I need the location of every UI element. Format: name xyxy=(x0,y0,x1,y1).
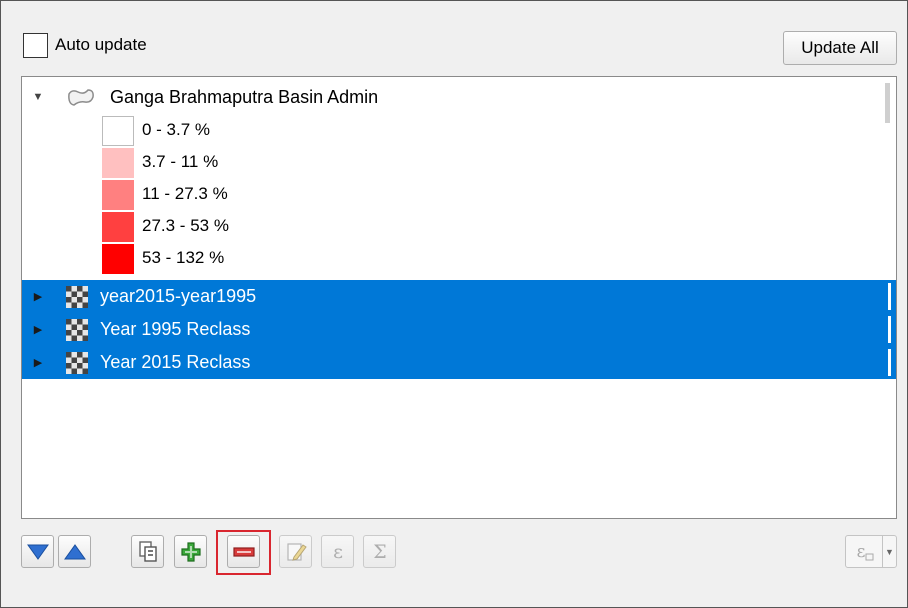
raster-layer-icon xyxy=(66,319,88,341)
legend-item: 0 - 3.7 % xyxy=(102,114,502,146)
layer-name: year2015-year1995 xyxy=(100,286,257,306)
update-all-button[interactable]: Update All xyxy=(783,31,897,65)
legend-swatch xyxy=(102,212,134,242)
polygon-layer-icon xyxy=(68,89,94,106)
svg-text:ε: ε xyxy=(857,542,866,562)
count-button[interactable]: Σ xyxy=(363,535,396,568)
copy-icon xyxy=(138,540,157,562)
legend-label: 0 - 3.7 % xyxy=(142,120,211,139)
legend-item: 27.3 - 53 % xyxy=(102,210,502,242)
layer-name: Ganga Brahmaputra Basin Admin xyxy=(110,87,379,107)
legend-swatch xyxy=(102,180,134,210)
legend-label: 3.7 - 11 % xyxy=(142,152,219,171)
raster-layer-icon xyxy=(66,286,88,308)
filter-expression-button[interactable]: ε xyxy=(845,535,883,568)
bottom-toolbar: ε Σ ε ▼ xyxy=(21,530,897,577)
layer-row-selected[interactable]: ▶ Year 2015 Reclass xyxy=(22,346,896,379)
layer-row-selected[interactable]: ▶ Year 1995 Reclass xyxy=(22,313,896,346)
plus-icon xyxy=(180,541,201,562)
sigma-icon: Σ xyxy=(373,541,386,563)
add-button[interactable] xyxy=(174,535,207,568)
panel-header: Auto update Update All xyxy=(21,29,897,69)
remove-button[interactable] xyxy=(227,535,260,568)
auto-update-label: Auto update xyxy=(55,35,147,54)
expand-arrow-icon[interactable]: ▶ xyxy=(32,290,44,303)
layers-panel: Auto update Update All ▼ Ganga Brahmaput… xyxy=(0,0,908,608)
legend-swatch xyxy=(102,244,134,274)
row-edge xyxy=(888,283,891,310)
raster-layer-icon xyxy=(66,352,88,374)
layer-name: Year 2015 Reclass xyxy=(100,352,251,372)
row-edge xyxy=(888,349,891,376)
svg-text:ε: ε xyxy=(333,541,343,563)
minus-icon xyxy=(232,546,255,557)
svg-text:Σ: Σ xyxy=(373,541,386,563)
expression-button[interactable]: ε xyxy=(321,535,354,568)
legend-swatch xyxy=(102,148,134,178)
filter-expression-icon: ε xyxy=(857,542,874,562)
expand-arrow-icon[interactable]: ▶ xyxy=(32,356,44,369)
add-all-button[interactable] xyxy=(131,535,164,568)
layer-tree[interactable]: ▼ Ganga Brahmaputra Basin Admin 0 - 3.7 … xyxy=(21,76,897,519)
layer-row-selected[interactable]: ▶ year2015-year1995 xyxy=(22,280,896,313)
legend-item: 53 - 132 % xyxy=(102,242,502,274)
filter-expression-control[interactable]: ε ▼ xyxy=(845,535,897,568)
epsilon-icon: ε xyxy=(333,541,343,563)
layer-row-root[interactable]: ▼ Ganga Brahmaputra Basin Admin xyxy=(22,81,896,114)
legend-swatch xyxy=(102,116,134,146)
legend-label: 11 - 27.3 % xyxy=(142,184,228,203)
move-down-button[interactable] xyxy=(21,535,54,568)
triangle-up-icon xyxy=(63,543,86,559)
legend-item: 11 - 27.3 % xyxy=(102,178,502,210)
legend-label: 27.3 - 53 % xyxy=(142,216,229,235)
auto-update-checkbox[interactable] xyxy=(23,33,48,58)
collapse-arrow-icon[interactable]: ▼ xyxy=(32,91,44,103)
layer-name: Year 1995 Reclass xyxy=(100,319,251,339)
triangle-down-icon xyxy=(26,544,49,560)
pencil-icon xyxy=(286,542,307,561)
row-edge xyxy=(888,316,891,343)
filter-expression-dropdown[interactable]: ▼ xyxy=(882,535,897,568)
move-up-button[interactable] xyxy=(58,535,91,568)
legend-label: 53 - 132 % xyxy=(142,248,225,267)
chevron-down-icon: ▼ xyxy=(885,546,894,557)
expand-arrow-icon[interactable]: ▶ xyxy=(32,323,44,336)
edit-button[interactable] xyxy=(279,535,312,568)
legend-item: 3.7 - 11 % xyxy=(102,146,502,178)
